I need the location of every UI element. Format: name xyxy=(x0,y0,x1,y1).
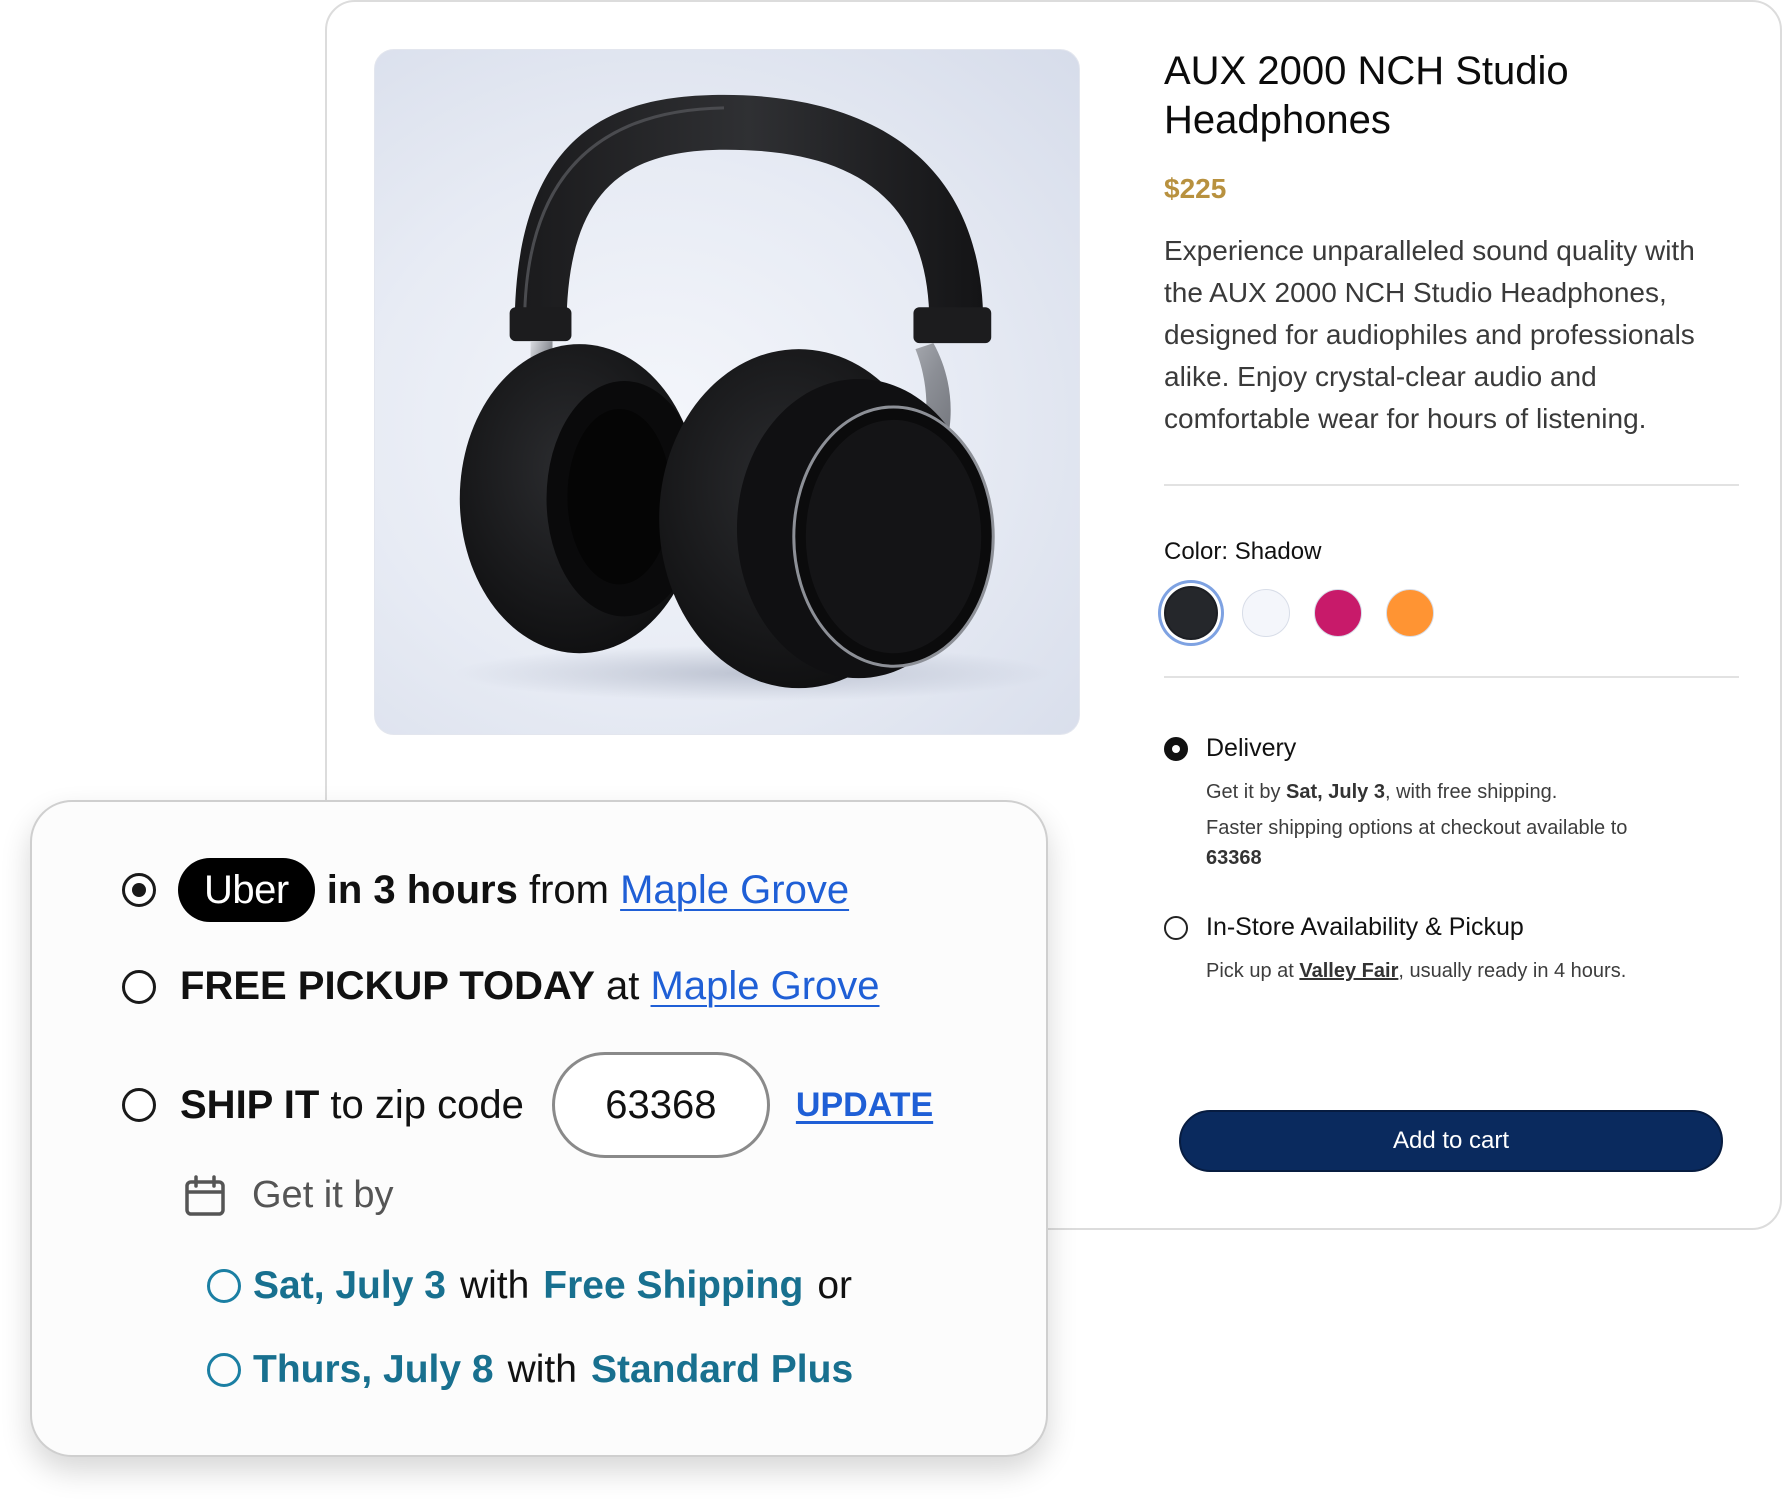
pickup-prefix: Pick up at xyxy=(1206,960,1294,982)
uber-time: in 3 hours xyxy=(326,867,518,912)
get-it-by-label: Get it by xyxy=(252,1174,394,1216)
free-pickup-radio[interactable] xyxy=(122,969,156,1004)
uber-option[interactable]: Uber in 3 hours from Maple Grove xyxy=(122,858,849,922)
swatch-orange[interactable] xyxy=(1386,589,1434,637)
free-pickup-store-link[interactable]: Maple Grove xyxy=(651,964,880,1008)
product-title: AUX 2000 NCH Studio Headphones xyxy=(1164,49,1569,142)
delivery-faster-text: Faster shipping options at checkout avai… xyxy=(1206,817,1628,839)
divider xyxy=(1164,676,1739,678)
uber-logo: Uber xyxy=(178,858,315,922)
ship-date-option[interactable]: Thurs, July 8 with Standard Plus xyxy=(207,1348,853,1392)
ship-date: Sat, July 3 xyxy=(253,1264,446,1307)
calendar-icon xyxy=(185,1174,225,1216)
get-it-by: Get it by xyxy=(184,1174,394,1217)
divider xyxy=(1164,484,1739,486)
ship-date-tail: or xyxy=(817,1264,852,1307)
ship-date-radio[interactable] xyxy=(207,1269,241,1303)
pickup-details: Pick up at Valley Fair, usually ready in… xyxy=(1206,956,1739,986)
pickup-radio[interactable] xyxy=(1164,916,1188,940)
color-label-text: Color: xyxy=(1164,538,1229,565)
swatch-shadow[interactable] xyxy=(1164,586,1218,640)
ship-method: Standard Plus xyxy=(590,1348,854,1391)
pickup-option[interactable]: In-Store Availability & Pickup Pick up a… xyxy=(1164,913,1739,986)
swatch-magenta[interactable] xyxy=(1314,589,1362,637)
color-label: Color: Shadow xyxy=(1164,538,1739,566)
delivery-eta-suffix: , with free shipping. xyxy=(1384,781,1558,803)
pickup-title: In-Store Availability & Pickup xyxy=(1206,913,1524,941)
zip-code-input[interactable]: 63368 xyxy=(551,1052,770,1158)
ship-date-radio[interactable] xyxy=(207,1353,241,1387)
color-swatches xyxy=(1164,584,1739,642)
delivery-eta-date: Sat, July 3 xyxy=(1286,781,1385,803)
ship-it-label: SHIP IT xyxy=(180,1082,320,1127)
ship-it-radio[interactable] xyxy=(122,1088,156,1122)
ship-date-with: with xyxy=(507,1348,577,1391)
free-pickup-label: FREE PICKUP TODAY xyxy=(180,964,595,1008)
delivery-radio[interactable] xyxy=(1164,737,1188,761)
delivery-zip: 63368 xyxy=(1206,847,1262,869)
product-info: AUX 2000 NCH Studio Headphones $225 Expe… xyxy=(1164,47,1739,986)
ship-method: Free Shipping xyxy=(543,1264,804,1307)
product-price: $225 xyxy=(1164,173,1227,204)
swatch-white[interactable] xyxy=(1242,589,1290,637)
update-zip-link[interactable]: UPDATE xyxy=(796,1086,933,1125)
free-pickup-at: at xyxy=(606,964,640,1008)
shipping-options-card: Uber in 3 hours from Maple Grove FREE PI… xyxy=(30,800,1048,1457)
ship-it-option[interactable]: SHIP IT to zip code 63368 UPDATE xyxy=(122,1052,933,1158)
pickup-suffix: , usually ready in 4 hours. xyxy=(1398,960,1627,982)
delivery-option[interactable]: Delivery Get it by Sat, July 3, with fre… xyxy=(1164,734,1739,873)
uber-store-link[interactable]: Maple Grove xyxy=(620,868,849,912)
product-description: Experience unparalleled sound quality wi… xyxy=(1164,235,1695,434)
pickup-store-link[interactable]: Valley Fair xyxy=(1299,960,1398,982)
color-value: Shadow xyxy=(1234,538,1322,565)
ship-date: Thurs, July 8 xyxy=(253,1348,494,1391)
ship-it-to: to zip code xyxy=(330,1082,524,1127)
ship-date-with: with xyxy=(459,1264,530,1307)
ship-date-option[interactable]: Sat, July 3 with Free Shipping or xyxy=(207,1264,866,1308)
delivery-eta-prefix: Get it by xyxy=(1206,781,1281,803)
headphones-image xyxy=(454,94,1054,702)
uber-from: from xyxy=(528,867,609,912)
delivery-eta: Get it by Sat, July 3, with free shippin… xyxy=(1206,777,1739,807)
delivery-title: Delivery xyxy=(1206,734,1297,762)
add-to-cart-button[interactable]: Add to cart xyxy=(1179,1110,1723,1172)
product-image xyxy=(374,49,1080,735)
uber-radio[interactable] xyxy=(122,873,156,907)
delivery-faster: Faster shipping options at checkout avai… xyxy=(1206,813,1739,873)
free-pickup-option[interactable]: FREE PICKUP TODAY at Maple Grove xyxy=(122,964,880,1009)
